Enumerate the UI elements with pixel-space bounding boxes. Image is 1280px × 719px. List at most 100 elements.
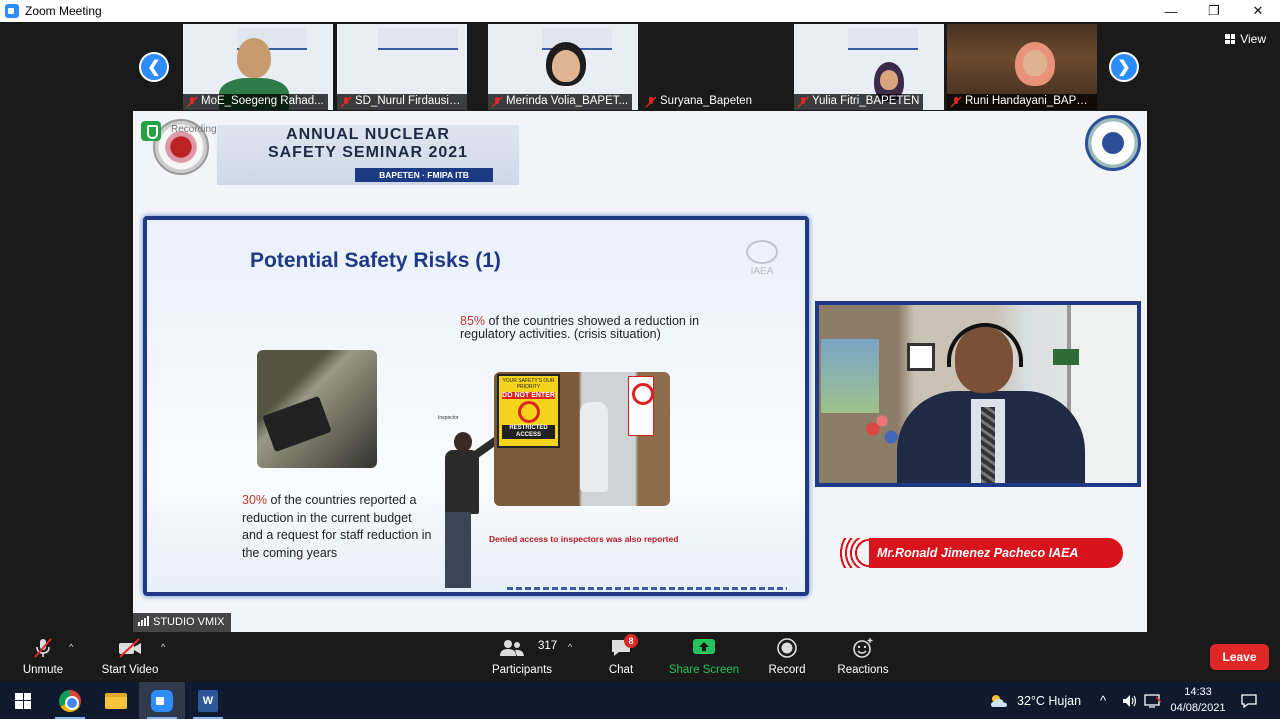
audio-options-chevron-icon[interactable]: ^ [69, 642, 73, 652]
zoom-app-icon [5, 4, 19, 18]
speaker-video [815, 301, 1141, 487]
participant-thumb[interactable]: Yulia Fitri_BAPETEN [794, 24, 944, 110]
no-entry-sign [628, 376, 654, 436]
iaea-logo-icon [746, 240, 778, 264]
word-icon: W [198, 689, 218, 712]
restore-button[interactable]: ❐ [1192, 0, 1236, 22]
speaker-name: Mr.Ronald Jimenez Pacheco IAEA [869, 538, 1123, 568]
notifications-button[interactable] [1240, 682, 1258, 719]
clock-date: 04/08/2021 [1170, 702, 1226, 714]
banner-line-2: SAFETY SEMINAR 2021 [267, 144, 469, 161]
thumb-banner [848, 28, 918, 50]
participant-name: Yulia Fitri_BAPETEN [794, 94, 924, 110]
taskbar-file-explorer[interactable] [93, 682, 139, 719]
shared-screen: Recording ANNUAL NUCLEAR SAFETY SEMINAR … [133, 111, 1147, 632]
stat-85-body: of the countries showed a reduction in r… [460, 314, 700, 341]
zoom-icon [151, 689, 173, 712]
meeting-area: ❮ MoE_Soegeng Rahad... SD_Nurul Firdausi… [0, 22, 1280, 632]
taskbar-chrome[interactable] [47, 682, 93, 719]
share-screen-button[interactable]: Share Screen [666, 632, 742, 682]
participant-thumb[interactable]: MoE_Soegeng Rahad... [183, 24, 333, 110]
vmix-label: STUDIO VMIX [153, 616, 225, 628]
speaker-volume-icon [1123, 694, 1137, 707]
itb-logo [1085, 115, 1141, 171]
mic-muted-icon [186, 96, 198, 108]
start-video-button[interactable]: Start Video [98, 632, 162, 682]
participants-icon [500, 640, 524, 656]
taskbar-word[interactable]: W [185, 682, 231, 719]
close-button[interactable]: ✕ [1236, 0, 1280, 22]
strip-prev-arrow-icon[interactable]: ❮ [139, 52, 169, 82]
participant-thumb[interactable]: Suryana_Bapeten [642, 24, 790, 110]
mic-off-icon [34, 638, 52, 658]
volume-icon[interactable] [1122, 682, 1138, 719]
mic-muted-icon [950, 96, 962, 108]
clock-time: 14:33 [1184, 686, 1212, 698]
mic-muted-icon [340, 96, 352, 108]
participant-name: Merinda Volia_BAPET... [488, 94, 633, 110]
folder-icon [105, 692, 127, 709]
view-label: View [1240, 32, 1266, 46]
record-icon [777, 638, 797, 658]
iaea-text: IAEA [750, 266, 774, 277]
network-icon[interactable] [1144, 682, 1162, 719]
record-button[interactable]: Record [764, 632, 810, 682]
taskbar-clock[interactable]: 14:33 04/08/2021 [1166, 684, 1230, 716]
mic-muted-icon [797, 96, 809, 108]
sign-restricted-access: RESTRICTED ACCESS [502, 425, 555, 439]
participant-face [1023, 50, 1047, 76]
vmix-label-bar: STUDIO VMIX [133, 613, 231, 632]
chat-unread-badge: 8 [624, 634, 638, 648]
headset-icon [947, 323, 1023, 367]
banner-line-1: ANNUAL NUCLEAR [286, 126, 450, 143]
unmute-button[interactable]: Unmute [14, 632, 72, 682]
do-not-enter-sign: YOUR SAFETY'S OUR PRIORITY DO NOT ENTER … [497, 374, 560, 448]
weather-text: 32°C Hujan [1017, 693, 1082, 708]
strip-next-arrow-icon[interactable]: ❯ [1109, 52, 1139, 82]
inspector-label: Inspector [438, 415, 459, 421]
reactions-label: Reactions [837, 664, 889, 676]
slide-title: Potential Safety Risks (1) [250, 249, 501, 272]
minimize-button[interactable]: — [1149, 0, 1193, 22]
participant-name: MoE_Soegeng Rahad... [183, 94, 328, 110]
no-entry-icon [517, 401, 540, 423]
thumb-banner [378, 28, 458, 50]
reactions-smiley-icon [853, 638, 873, 658]
start-button[interactable] [0, 682, 46, 719]
leave-button[interactable]: Leave [1210, 644, 1269, 670]
windows-logo-icon [15, 692, 31, 709]
taskbar-zoom[interactable] [139, 682, 185, 719]
participant-name: Suryana_Bapeten [660, 95, 753, 107]
view-button[interactable]: View [1225, 32, 1266, 46]
notification-bubble-icon [1241, 693, 1257, 708]
sign-top-text: YOUR SAFETY'S OUR PRIORITY [502, 378, 555, 390]
window-title: Zoom Meeting [25, 4, 102, 18]
participants-label: Participants [491, 664, 553, 676]
tray-overflow-chevron-icon[interactable]: ^ [1100, 682, 1106, 719]
encryption-shield-icon[interactable] [141, 121, 161, 141]
sign-do-not-enter: DO NOT ENTER [502, 392, 555, 399]
stat-30-value: 30% [242, 493, 268, 507]
hazmat-suit [580, 402, 608, 492]
reactions-button[interactable]: Reactions [834, 632, 892, 682]
presentation-slide: Potential Safety Risks (1) IAEA 85% of t… [143, 216, 809, 596]
meeting-toolbar: Unmute ^ Start Video ^ Participants 317 … [0, 632, 1280, 682]
video-options-chevron-icon[interactable]: ^ [161, 642, 165, 652]
participant-name: SD_Nurul Firdausi Nu... [337, 94, 467, 110]
participants-count: 317 [538, 640, 558, 652]
title-bar: Zoom Meeting — ❐ ✕ [0, 0, 1280, 22]
start-video-label: Start Video [101, 664, 159, 676]
slide-decoration [507, 587, 787, 590]
participants-options-chevron-icon[interactable]: ^ [568, 642, 572, 652]
participant-face [552, 50, 580, 82]
weather-widget[interactable]: 32°C Hujan [988, 682, 1081, 719]
mic-muted-icon [645, 96, 657, 108]
stat-85-text: 85% of the countries showed a reduction … [460, 315, 700, 341]
participant-thumb[interactable]: Merinda Volia_BAPET... [488, 24, 638, 110]
participant-thumb[interactable]: SD_Nurul Firdausi Nu... [337, 24, 467, 110]
photo-caption: Denied access to inspectors was also rep… [489, 534, 679, 544]
iaea-watermark: IAEA [739, 240, 785, 280]
participant-face [880, 70, 898, 90]
participant-name: Runi Handayani_BAPE... [947, 94, 1097, 110]
participant-thumb[interactable]: Runi Handayani_BAPE... [947, 24, 1097, 110]
